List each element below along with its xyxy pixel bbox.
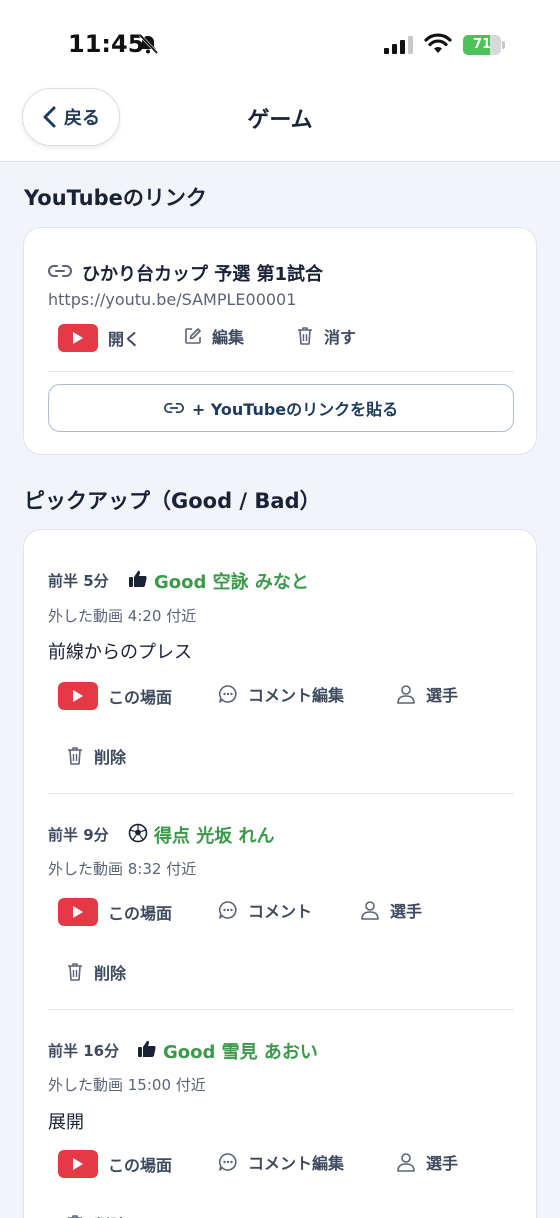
page-title: ゲーム — [247, 108, 313, 133]
pickup-tag: Good 空詠 みなと — [154, 572, 309, 593]
soccer-ball-icon — [128, 823, 148, 843]
bell-slash-icon — [138, 33, 159, 55]
youtube-link-card: ひかり台カップ 予選 第1試合 https://youtu.be/SAMPLE0… — [23, 227, 537, 455]
pickup-time: 前半 16分 — [48, 1042, 120, 1060]
trash-icon — [68, 747, 82, 765]
this-scene-label: この場面 — [108, 904, 173, 923]
this-scene-button[interactable]: この場面 — [58, 898, 172, 926]
battery-cap — [502, 41, 505, 49]
open-label: 開く — [108, 330, 141, 349]
trash-icon — [298, 327, 312, 345]
player-label: 選手 — [426, 686, 459, 705]
delete-label: 削除 — [94, 964, 127, 983]
delete-pickup-button[interactable]: 削除 — [66, 1212, 126, 1218]
trash-icon — [68, 963, 82, 981]
player-button[interactable]: 選手 — [396, 682, 458, 706]
video-link-title: ひかり台カップ 予選 第1試合 — [82, 264, 324, 285]
item-divider — [48, 1009, 514, 1010]
paste-youtube-link-button[interactable]: + YouTubeのリンクを貼る — [48, 384, 514, 432]
player-button[interactable]: 選手 — [396, 1150, 458, 1174]
edit-comment-button[interactable]: コメント編集 — [218, 682, 344, 706]
thumbs-up-icon — [129, 570, 147, 587]
pickup-comment: 前線からのプレス — [48, 642, 192, 663]
status-time: 11:45 — [68, 30, 145, 58]
chat-bubble-icon — [218, 901, 237, 919]
player-button[interactable]: 選手 — [360, 898, 422, 922]
battery-indicator: 71 — [463, 35, 505, 55]
video-link-url[interactable]: https://youtu.be/SAMPLE00001 — [48, 290, 296, 309]
delete-pickup-button[interactable]: 削除 — [66, 744, 126, 768]
chat-bubble-icon — [218, 685, 237, 703]
this-scene-label: この場面 — [108, 688, 173, 707]
edit-comment-label: コメント編集 — [248, 686, 345, 705]
pickup-video-time: 外した動画 8:32 付近 — [48, 860, 197, 878]
edit-icon — [185, 328, 201, 344]
comment-button[interactable]: コメント — [218, 898, 312, 922]
battery-percent: 71 — [472, 37, 492, 52]
wifi-icon — [424, 33, 452, 53]
user-icon — [397, 685, 415, 704]
pickup-tag: 得点 光坂 れん — [154, 826, 275, 847]
open-video-button[interactable]: 開く — [58, 324, 140, 352]
comment-label: コメント — [248, 902, 313, 921]
edit-comment-label: コメント編集 — [248, 1154, 345, 1173]
pickup-video-time: 外した動画 4:20 付近 — [48, 607, 197, 625]
edit-label: 編集 — [212, 328, 245, 347]
youtube-play-icon — [58, 324, 98, 352]
delete-label: 削除 — [94, 1212, 126, 1218]
pickup-comment: 展開 — [48, 1112, 84, 1133]
link-icon — [163, 403, 184, 413]
pickup-time: 前半 5分 — [48, 572, 109, 590]
user-icon — [397, 1153, 415, 1172]
this-scene-button[interactable]: この場面 — [58, 682, 172, 710]
youtube-play-icon — [58, 898, 98, 926]
edit-comment-button[interactable]: コメント編集 — [218, 1150, 344, 1174]
thumbs-up-icon — [138, 1040, 156, 1057]
youtube-play-icon — [58, 682, 98, 710]
cellular-signal-icon — [384, 36, 413, 54]
delete-pickup-button[interactable]: 削除 — [66, 960, 126, 984]
player-label: 選手 — [390, 902, 423, 921]
this-scene-button[interactable]: この場面 — [58, 1150, 172, 1178]
pickup-tag: Good 雪見 あおい — [163, 1042, 318, 1063]
status-bar: 11:45 71 — [0, 0, 560, 88]
pickup-section-title: ピックアップ（Good / Bad） — [24, 489, 321, 513]
card-divider — [48, 371, 514, 372]
trash-icon — [68, 1215, 82, 1218]
nav-header: 戻る ゲーム — [0, 88, 560, 162]
pickup-time: 前半 9分 — [48, 826, 109, 844]
youtube-play-icon — [58, 1150, 98, 1178]
pickup-card: 前半 5分 Good 空詠 みなと 外した動画 4:20 付近 前線からのプレス… — [23, 529, 537, 1218]
delete-label: 削除 — [94, 748, 127, 767]
link-icon — [48, 265, 72, 277]
edit-link-button[interactable]: 編集 — [184, 324, 244, 348]
pickup-video-time: 外した動画 15:00 付近 — [48, 1076, 206, 1094]
delete-link-button[interactable]: 消す — [296, 324, 356, 348]
player-label: 選手 — [426, 1154, 459, 1173]
chat-bubble-icon — [218, 1153, 237, 1171]
delete-label: 消す — [324, 328, 357, 347]
user-icon — [361, 901, 379, 920]
item-divider — [48, 793, 514, 794]
paste-label: + YouTubeのリンクを貼る — [191, 400, 399, 419]
youtube-section-title: YouTubeのリンク — [24, 186, 207, 210]
this-scene-label: この場面 — [108, 1156, 173, 1175]
